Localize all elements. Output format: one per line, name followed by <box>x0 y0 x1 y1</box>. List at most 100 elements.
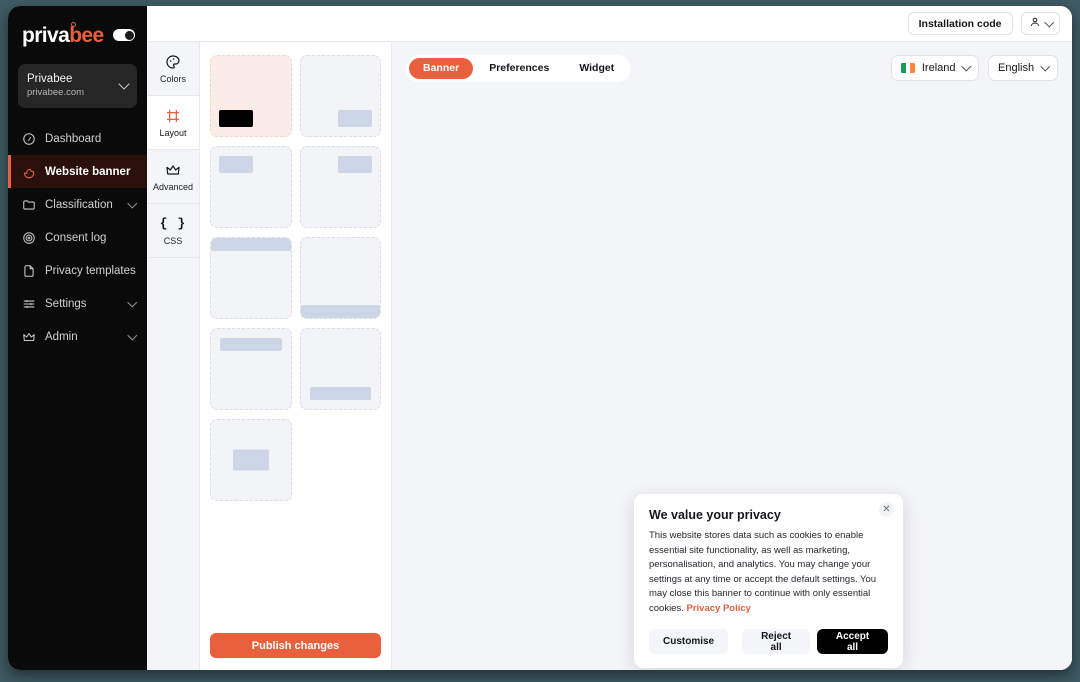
workspace-domain: privabee.com <box>27 87 85 98</box>
palette-icon <box>165 53 182 70</box>
layout-picker-panel: Publish changes <box>200 42 392 670</box>
topbar: Installation code <box>147 6 1072 42</box>
privabee-logo: privabee <box>22 21 104 47</box>
tile-preview-block <box>219 110 253 127</box>
country-select[interactable]: Ireland <box>890 55 979 81</box>
account-menu-button[interactable] <box>1020 12 1060 35</box>
main-area: Installation code Colors Layout Advanced… <box>147 6 1072 670</box>
cookie-consent-banner: ✕ We value your privacy This website sto… <box>634 494 903 668</box>
logo-text-accent: bee <box>69 23 104 47</box>
rail-item-advanced[interactable]: Advanced <box>147 150 199 204</box>
sidebar-item-admin[interactable]: Admin <box>8 320 147 353</box>
banner-preview-pane: Banner Preferences Widget Ireland Englis… <box>392 42 1072 670</box>
user-icon <box>1029 15 1041 33</box>
crown-icon <box>165 161 182 178</box>
folder-icon <box>22 198 36 212</box>
tab-preferences[interactable]: Preferences <box>475 58 563 79</box>
document-icon <box>22 264 36 278</box>
sidebar-label: Dashboard <box>45 132 102 145</box>
gauge-icon <box>22 132 36 146</box>
tile-preview-block <box>309 387 371 400</box>
workspace-selector[interactable]: Privabee privabee.com <box>18 64 137 108</box>
sidebar-item-website-banner[interactable]: Website banner <box>8 155 147 188</box>
layout-tile-top-left[interactable] <box>210 146 292 228</box>
tab-banner[interactable]: Banner <box>409 57 474 79</box>
sidebar-label: Consent log <box>45 231 107 244</box>
editor-icon-rail: Colors Layout Advanced {} CSS <box>147 42 200 670</box>
layout-tile-bottom-left[interactable] <box>210 55 292 137</box>
chevron-down-icon <box>127 330 137 340</box>
layout-tile-grid <box>200 42 391 623</box>
sliders-icon <box>22 297 36 311</box>
rail-label: CSS <box>163 236 183 246</box>
tile-preview-block <box>300 305 380 318</box>
tile-preview-block <box>211 238 291 251</box>
tile-preview-block <box>232 449 269 471</box>
layout-tile-top-right[interactable] <box>299 146 381 228</box>
layout-tile-bottom-bar[interactable] <box>299 237 381 319</box>
tile-preview-block <box>338 110 372 127</box>
language-select-value: English <box>998 62 1035 74</box>
tile-preview-block <box>338 156 372 173</box>
country-select-value: Ireland <box>921 62 956 74</box>
rail-label: Colors <box>159 74 186 84</box>
sidebar: privabee Privabee privabee.com Dashboard <box>8 6 147 670</box>
braces-icon: { } <box>159 216 187 231</box>
workspace-name: Privabee <box>27 73 73 85</box>
close-icon[interactable]: ✕ <box>879 502 894 517</box>
fingerprint-icon <box>22 231 36 245</box>
layout-tile-center-modal[interactable] <box>210 419 292 501</box>
reject-all-button[interactable]: Reject all <box>742 629 811 654</box>
publish-changes-button[interactable]: Publish changes <box>210 633 381 658</box>
preview-toolbar-right: Ireland English <box>890 55 1058 81</box>
banner-body: This website stores data such as cookies… <box>649 529 888 616</box>
sidebar-label: Privacy templates <box>45 264 136 277</box>
editor-workspace: Colors Layout Advanced {} CSS Publish c… <box>147 42 1072 670</box>
chevron-down-icon <box>118 78 130 90</box>
rail-item-css[interactable]: { } CSS <box>147 204 199 258</box>
layout-tile-bottom-right[interactable] <box>299 55 381 137</box>
tile-preview-block <box>220 338 282 351</box>
app-window: privabee Privabee privabee.com Dashboard <box>8 6 1072 670</box>
layout-tile-bottom-pill[interactable] <box>299 328 381 410</box>
chevron-down-icon <box>127 198 137 208</box>
layout-tile-top-bar[interactable] <box>210 237 292 319</box>
customise-button[interactable]: Customise <box>649 629 729 654</box>
brand-row: privabee <box>8 20 147 50</box>
theme-toggle-switch[interactable] <box>113 29 135 41</box>
privacy-policy-link[interactable]: Privacy Policy <box>687 603 751 614</box>
chevron-down-icon <box>1040 61 1050 72</box>
sidebar-item-consent-log[interactable]: Consent log <box>8 221 147 254</box>
language-select[interactable]: English <box>988 55 1058 81</box>
banner-body-text: This website stores data such as cookies… <box>649 530 877 614</box>
rail-item-layout[interactable]: Layout <box>147 96 199 150</box>
publish-bar: Publish changes <box>200 623 391 670</box>
tab-widget[interactable]: Widget <box>565 58 628 79</box>
preview-toolbar: Banner Preferences Widget Ireland Englis… <box>392 42 1072 94</box>
sidebar-item-classification[interactable]: Classification <box>8 188 147 221</box>
layout-tile-top-pill[interactable] <box>210 328 292 410</box>
sidebar-label: Website banner <box>45 165 131 178</box>
installation-code-button[interactable]: Installation code <box>907 12 1013 35</box>
rail-label: Advanced <box>152 182 194 192</box>
rail-label: Layout <box>159 128 187 138</box>
sidebar-label: Classification <box>45 198 113 211</box>
logo-dot-icon <box>71 21 76 27</box>
preview-tab-group: Banner Preferences Widget <box>406 54 632 82</box>
sidebar-nav: Dashboard Website banner Classification <box>8 122 147 353</box>
logo-text-primary: priva <box>22 23 70 47</box>
chevron-down-icon <box>127 297 137 307</box>
frame-icon <box>165 107 182 124</box>
sidebar-item-dashboard[interactable]: Dashboard <box>8 122 147 155</box>
ireland-flag-icon <box>900 63 915 73</box>
chevron-down-icon <box>1044 17 1054 27</box>
sidebar-item-privacy-templates[interactable]: Privacy templates <box>8 254 147 287</box>
sidebar-item-settings[interactable]: Settings <box>8 287 147 320</box>
crown-icon <box>22 330 36 344</box>
banner-actions: Customise Reject all Accept all <box>649 629 888 654</box>
rail-item-colors[interactable]: Colors <box>147 42 199 96</box>
accept-all-button[interactable]: Accept all <box>817 629 888 654</box>
cookie-icon <box>22 165 36 179</box>
sidebar-label: Settings <box>45 297 87 310</box>
banner-title: We value your privacy <box>649 508 781 522</box>
